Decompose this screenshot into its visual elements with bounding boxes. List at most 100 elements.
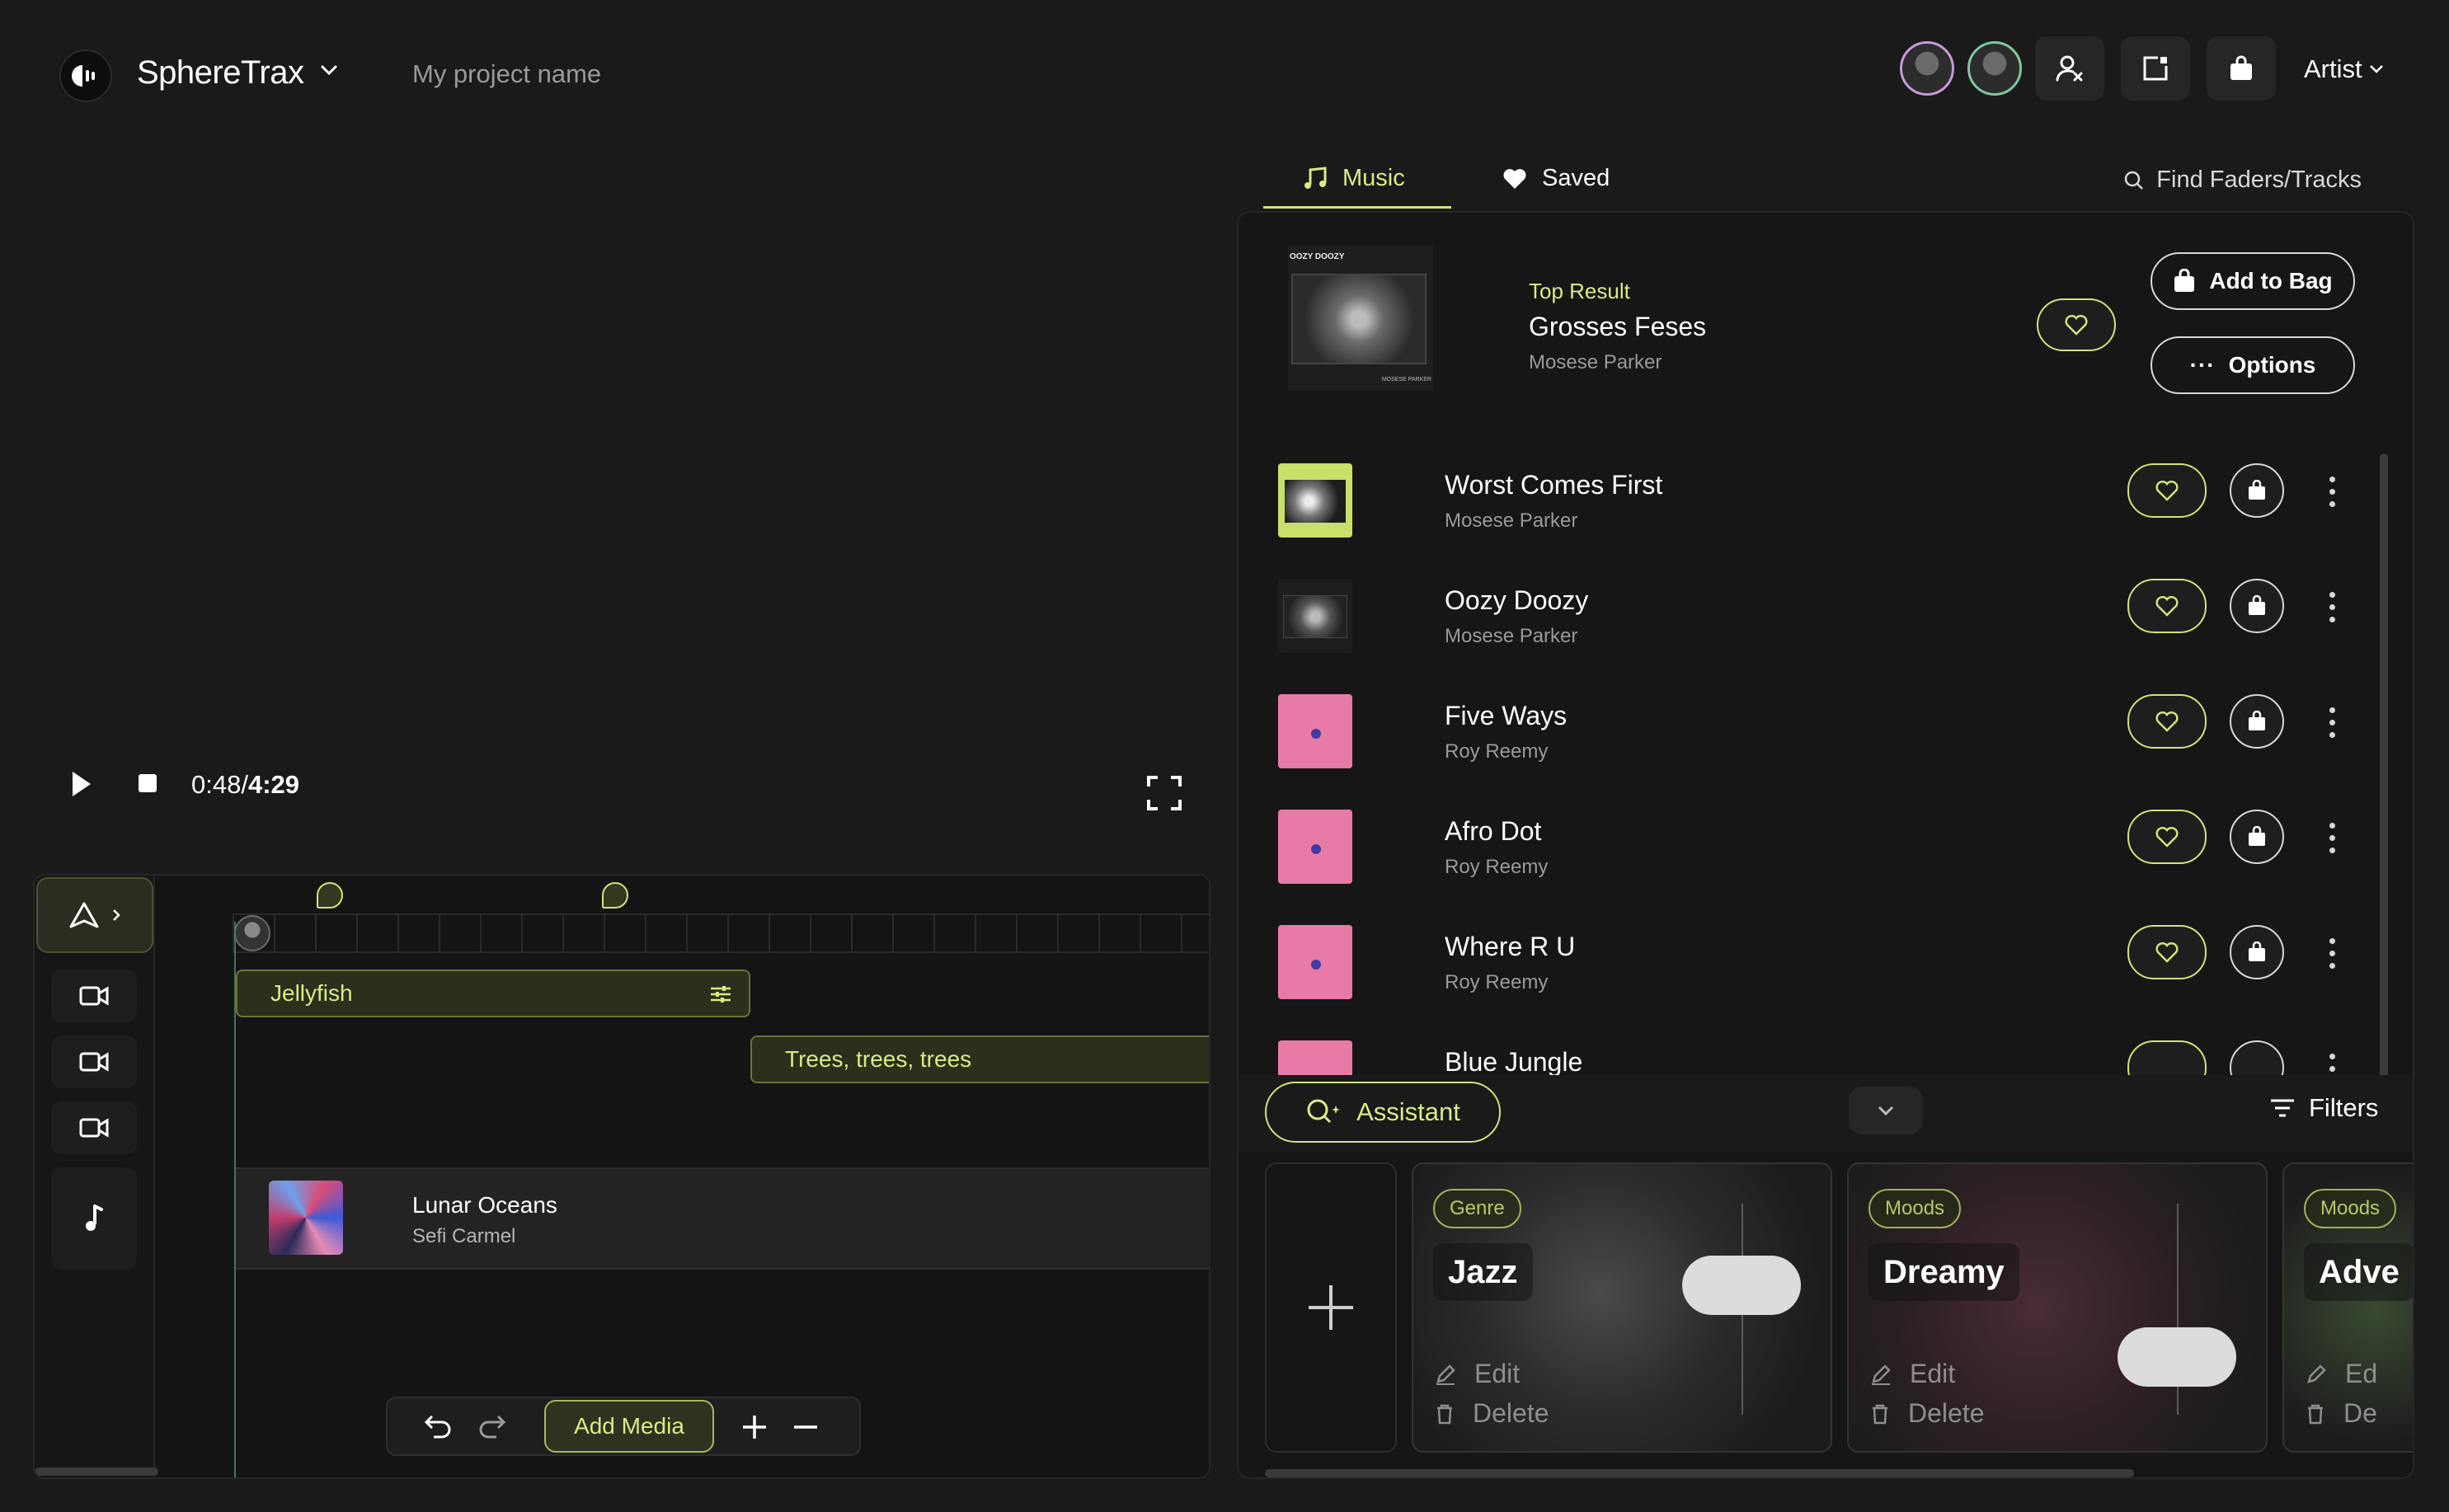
edit-button[interactable]: Ed [2306, 1359, 2377, 1389]
add-to-bag-button[interactable] [2230, 694, 2284, 749]
audio-clip[interactable]: Lunar Oceans Sefi Carmel [236, 1167, 1209, 1270]
more-vertical-icon[interactable] [2324, 697, 2340, 747]
bag-icon [2230, 55, 2252, 80]
add-to-bag-button[interactable] [2230, 579, 2284, 633]
app-logo[interactable] [59, 49, 112, 102]
artist-menu[interactable]: Artist [2304, 54, 2384, 84]
timeline-scrollbar[interactable] [35, 1467, 158, 1476]
fader-name: Jazz [1433, 1243, 1533, 1301]
list-item[interactable]: Worst Comes First Mosese Parker [1239, 444, 2393, 559]
trash-icon [1873, 1404, 1887, 1424]
favorite-button[interactable] [2127, 579, 2207, 633]
add-to-bag-button[interactable] [2230, 810, 2284, 864]
add-to-bag-button[interactable] [2230, 925, 2284, 979]
delete-button[interactable]: Delete [1435, 1398, 1549, 1429]
triangle-tool-icon [69, 902, 99, 928]
add-collaborator-button[interactable] [2035, 36, 2104, 101]
collaborator-avatar[interactable] [1967, 41, 2022, 96]
video-clip[interactable]: Trees, trees, trees [750, 1035, 1209, 1083]
fader-knob[interactable] [1682, 1256, 1801, 1316]
fader-tag: Moods [1868, 1189, 1962, 1228]
faders-scrollbar[interactable] [1265, 1469, 2134, 1477]
video-clip[interactable]: Jellyfish [236, 970, 750, 1017]
add-fader-button[interactable] [1265, 1162, 1397, 1453]
album-art-subtext: MOSESE PARKER [1381, 377, 1431, 383]
timeline-ruler[interactable] [233, 913, 1209, 953]
project-name[interactable]: My project name [412, 59, 601, 89]
share-button[interactable] [2121, 36, 2190, 101]
chevron-down-icon [2369, 65, 2383, 73]
bag-icon [2249, 711, 2265, 730]
list-item[interactable]: Afro Dot Roy Reemy [1239, 790, 2393, 905]
find-faders-search[interactable]: Find Faders/Tracks [2123, 167, 2362, 194]
edit-label: Ed [2345, 1359, 2378, 1388]
zoom-out-button[interactable] [792, 1413, 820, 1445]
collaborator-avatar[interactable] [1900, 41, 1954, 96]
add-to-bag-button[interactable]: Add to Bag [2151, 252, 2355, 310]
more-horizontal-icon: ··· [2189, 352, 2216, 378]
track-artist: Roy Reemy [1445, 740, 1549, 763]
fader-card: Genre Jazz Edit Delete [1412, 1162, 1832, 1453]
tool-selector-button[interactable] [36, 877, 153, 953]
track-artist: Mosese Parker [1445, 625, 1578, 647]
favorite-button[interactable] [2127, 810, 2207, 864]
fullscreen-icon [1147, 776, 1182, 810]
delete-button[interactable]: Delete [1870, 1398, 1985, 1429]
track-title: Five Ways [1445, 701, 1568, 730]
timeline-marker[interactable] [317, 882, 343, 909]
more-vertical-icon[interactable] [2324, 813, 2340, 862]
favorite-button[interactable] [2127, 463, 2207, 518]
tab-music[interactable]: Music [1303, 165, 1405, 192]
add-to-bag-label: Add to Bag [2209, 268, 2333, 293]
track-album-art [1278, 694, 1352, 768]
video-track-button[interactable] [51, 1035, 137, 1088]
edit-label: Edit [1910, 1359, 1956, 1388]
add-to-bag-button[interactable] [2230, 463, 2284, 518]
bag-icon [2249, 595, 2265, 615]
zoom-in-button[interactable] [740, 1413, 769, 1445]
stop-button[interactable] [137, 772, 158, 798]
search-icon [2125, 171, 2144, 190]
assistant-button[interactable]: Assistant [1265, 1082, 1501, 1143]
audio-track-button[interactable] [51, 1167, 137, 1270]
undo-button[interactable] [424, 1413, 454, 1444]
list-item[interactable]: Where R U Roy Reemy [1239, 905, 2393, 1021]
play-button[interactable] [68, 767, 96, 805]
favorite-button[interactable] [2037, 298, 2116, 351]
options-button[interactable]: ··· Options [2151, 336, 2355, 394]
more-vertical-icon[interactable] [2324, 928, 2340, 978]
timeline-marker[interactable] [602, 882, 628, 909]
more-vertical-icon[interactable] [2324, 467, 2340, 516]
collapse-button[interactable] [1849, 1087, 1923, 1134]
more-vertical-icon[interactable] [2324, 582, 2340, 632]
favorite-button[interactable] [2127, 925, 2207, 979]
tab-saved[interactable]: Saved [1502, 165, 1610, 192]
track-album-art [1278, 463, 1352, 538]
bag-button[interactable] [2207, 36, 2276, 101]
app-menu-chevron-icon[interactable] [320, 64, 338, 80]
edit-button[interactable]: Edit [1435, 1359, 1520, 1389]
fader-knob[interactable] [2118, 1327, 2236, 1387]
top-result-artist[interactable]: Mosese Parker [1529, 351, 1662, 374]
edit-button[interactable]: Edit [1870, 1359, 1955, 1389]
video-track-button[interactable] [51, 1101, 137, 1154]
list-item[interactable]: Oozy Doozy Mosese Parker [1239, 559, 2393, 674]
total-time: 4:29 [247, 770, 300, 799]
find-label: Find Faders/Tracks [2156, 167, 2362, 193]
audio-title: Lunar Oceans [412, 1192, 557, 1218]
favorite-button[interactable] [2127, 694, 2207, 749]
sliders-icon[interactable] [709, 984, 732, 1004]
playhead-avatar [234, 915, 270, 951]
top-result-title[interactable]: Grosses Feses [1529, 312, 1706, 342]
filters-button[interactable]: Filters [2269, 1093, 2378, 1123]
track-list-scrollbar[interactable] [2380, 453, 2388, 1080]
redo-icon [479, 1415, 506, 1439]
track-artist: Roy Reemy [1445, 856, 1549, 878]
list-item[interactable]: Five Ways Roy Reemy [1239, 674, 2393, 790]
video-track-button[interactable] [51, 970, 137, 1022]
redo-button[interactable] [477, 1413, 506, 1444]
track-album-art [1278, 579, 1352, 653]
fullscreen-button[interactable] [1146, 775, 1182, 815]
add-media-button[interactable]: Add Media [544, 1400, 714, 1453]
delete-button[interactable]: De [2306, 1398, 2377, 1429]
